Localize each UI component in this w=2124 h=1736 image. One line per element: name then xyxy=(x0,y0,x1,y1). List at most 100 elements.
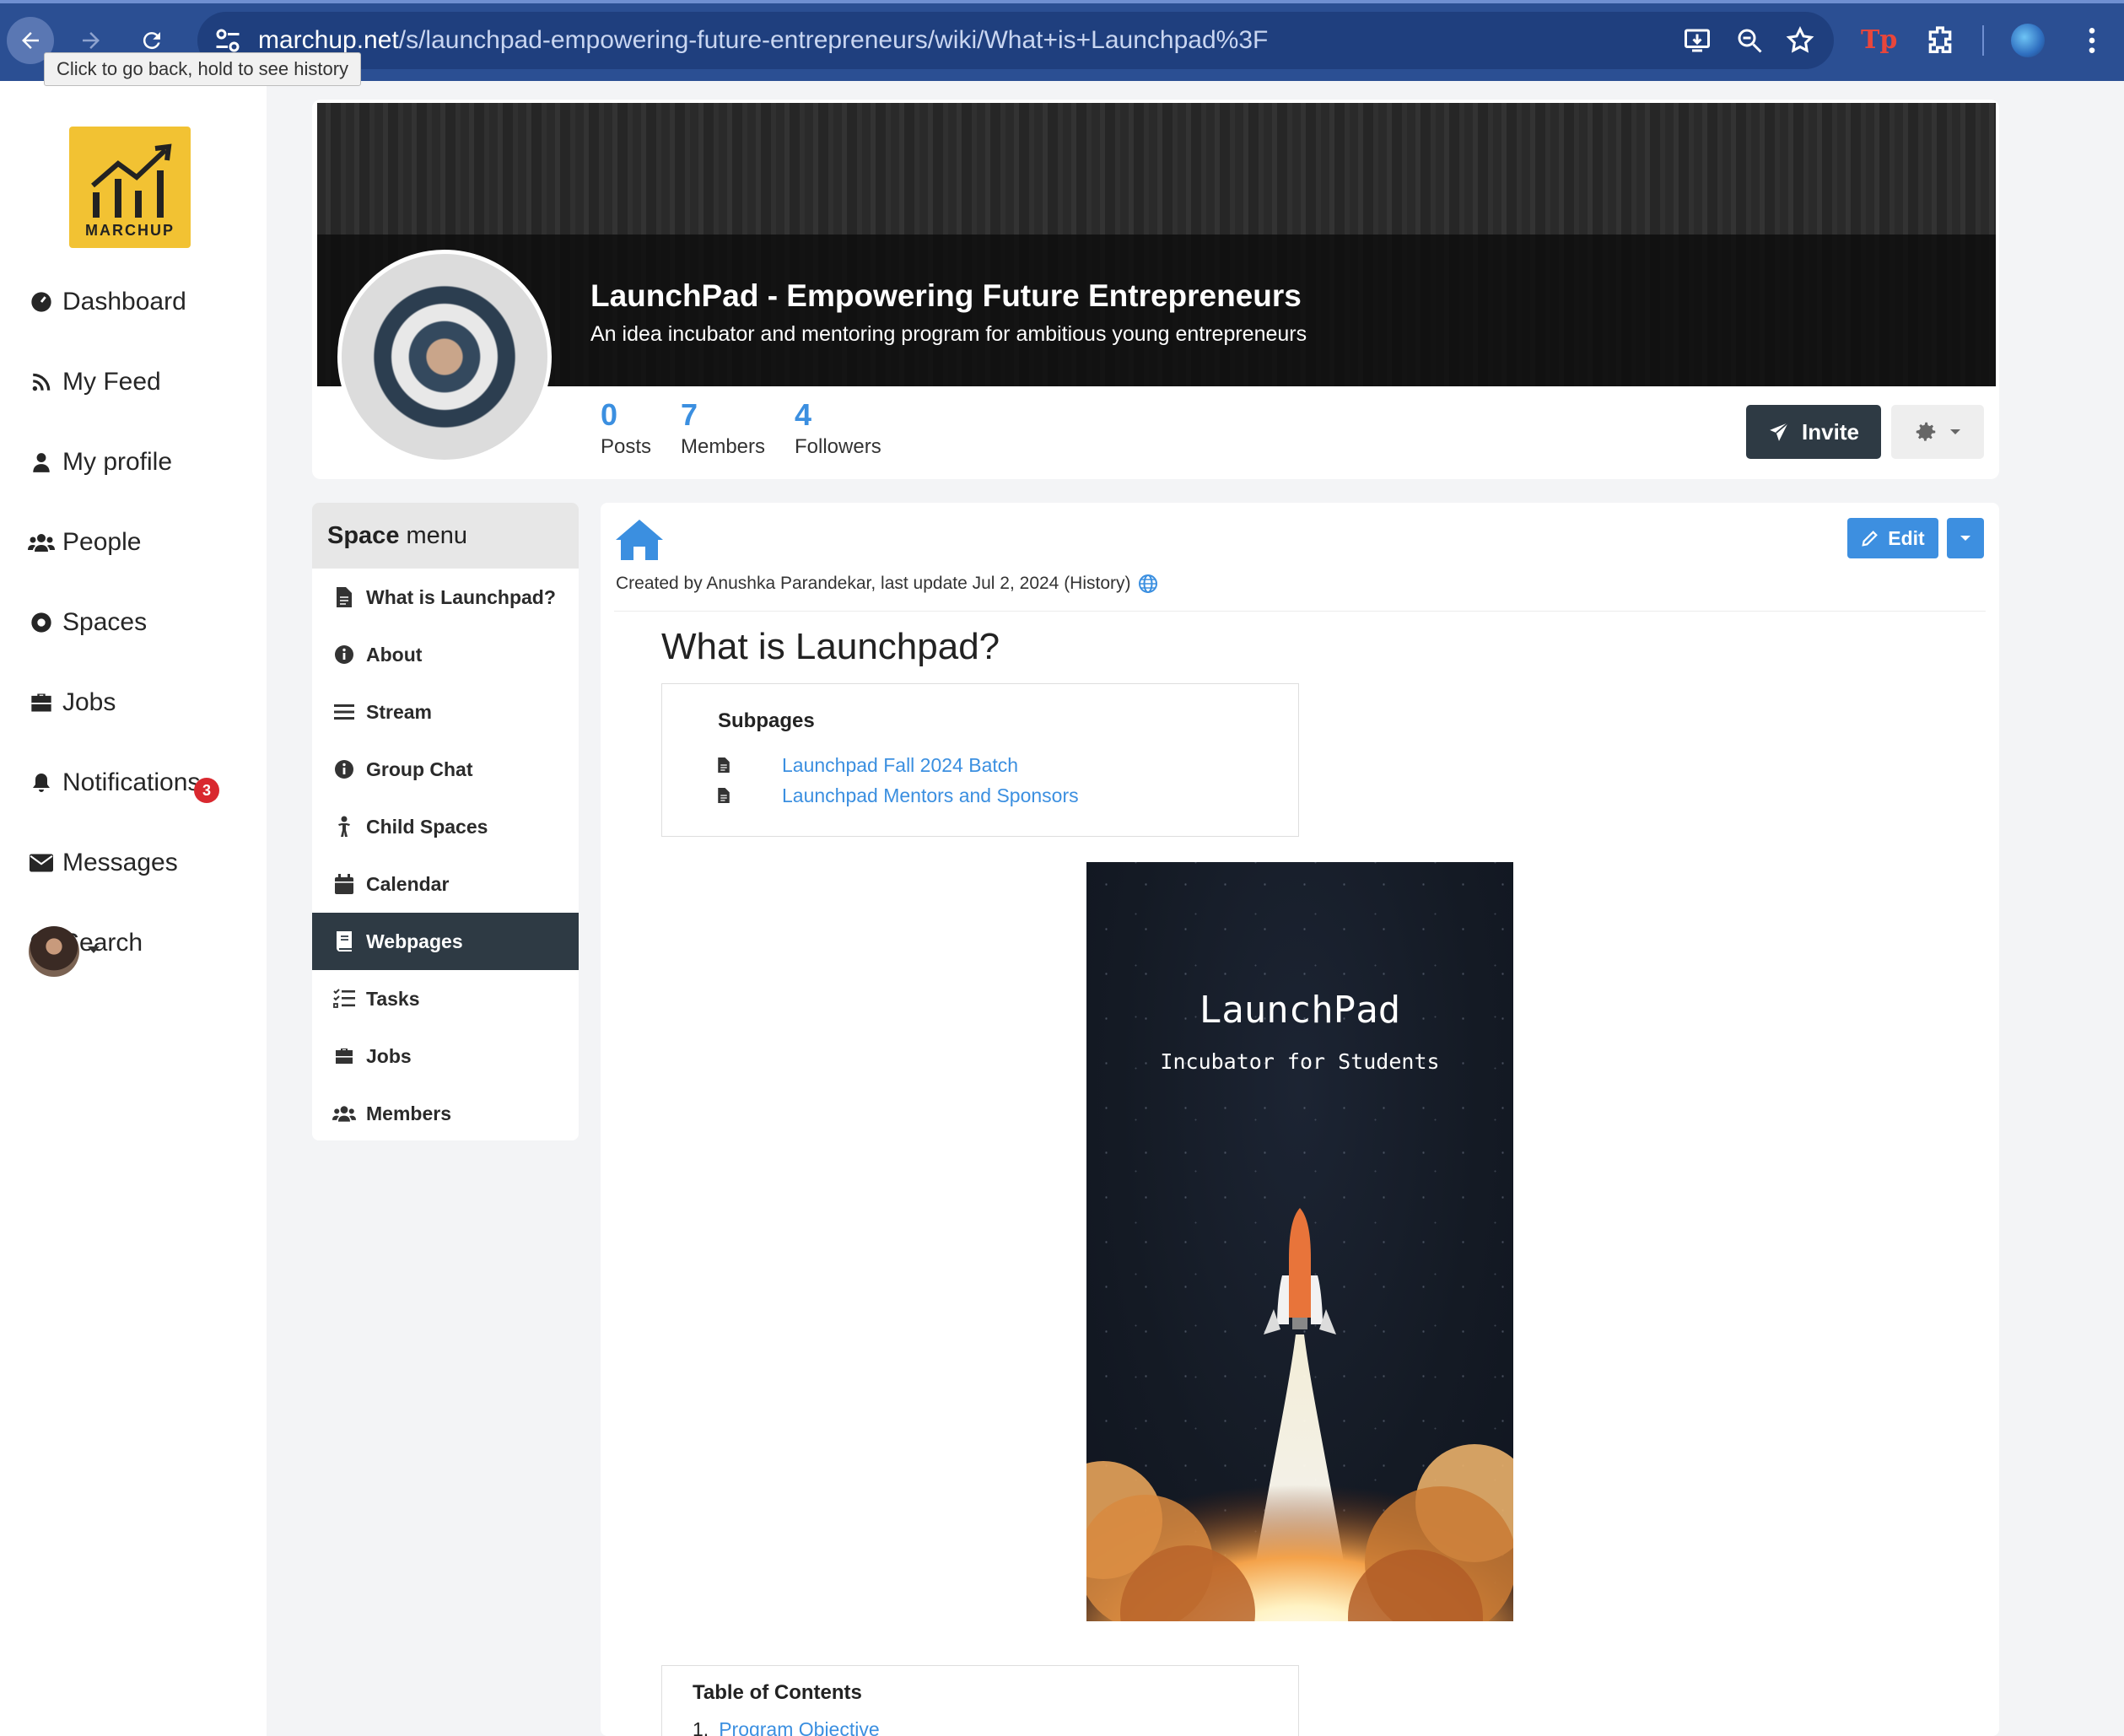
chart-logo-icon xyxy=(91,143,172,218)
nav-notifications[interactable]: Notifications xyxy=(27,763,200,803)
site-settings-icon[interactable] xyxy=(213,25,243,56)
back-tooltip: Click to go back, hold to see history xyxy=(44,52,362,86)
nav-my-profile-label: My profile xyxy=(62,448,173,476)
stat-posts[interactable]: 0 Posts xyxy=(601,396,651,459)
rss-icon xyxy=(27,368,56,396)
marchup-logo[interactable]: MARCHUP xyxy=(69,127,191,248)
launchpad-poster-image: LaunchPad Incubator for Students xyxy=(1086,862,1513,1621)
menu-item-tasks[interactable]: Tasks xyxy=(312,970,579,1027)
menu-item-calendar[interactable]: Calendar xyxy=(312,855,579,913)
install-app-icon[interactable] xyxy=(1682,25,1712,56)
toc-title: Table of Contents xyxy=(693,1681,862,1704)
calendar-icon xyxy=(332,872,356,896)
briefcase-icon xyxy=(332,1044,356,1068)
stat-followers[interactable]: 4 Followers xyxy=(795,396,881,459)
arrow-left-icon xyxy=(22,32,39,49)
invite-button[interactable]: Invite xyxy=(1746,405,1881,459)
chevron-down-icon xyxy=(1950,429,1960,434)
nav-my-profile[interactable]: My profile xyxy=(27,442,172,483)
envelope-icon xyxy=(27,849,56,877)
space-subtitle: An idea incubator and mentoring program … xyxy=(590,322,1307,346)
menu-item-label: What is Launchpad? xyxy=(366,585,556,608)
circle-dot-icon xyxy=(27,608,56,637)
menu-item-group-chat[interactable]: Group Chat xyxy=(312,741,579,798)
subpage-link-label[interactable]: Launchpad Mentors and Sponsors xyxy=(782,784,1079,807)
briefcase-icon xyxy=(27,688,56,717)
space-menu-header: Space menu xyxy=(312,503,579,569)
subpages-title: Subpages xyxy=(718,709,815,732)
edit-button[interactable]: Edit xyxy=(1847,518,1938,558)
paper-plane-icon xyxy=(1770,422,1789,441)
nav-spaces-label: Spaces xyxy=(62,608,148,636)
space-header: LaunchPad - Empowering Future Entreprene… xyxy=(312,100,1999,479)
file-icon xyxy=(718,788,735,803)
bookmark-star-icon[interactable] xyxy=(1785,25,1815,56)
subpage-link[interactable]: Launchpad Mentors and Sponsors xyxy=(718,782,1079,809)
info-icon xyxy=(332,757,356,781)
menu-item-what-is-launchpad[interactable]: What is Launchpad? xyxy=(312,569,579,626)
subpage-link-label[interactable]: Launchpad Fall 2024 Batch xyxy=(782,754,1018,777)
notifications-count-badge: 3 xyxy=(194,778,219,803)
info-icon xyxy=(332,643,356,666)
subpage-link[interactable]: Launchpad Fall 2024 Batch xyxy=(718,752,1018,779)
user-menu-caret-icon[interactable] xyxy=(88,946,100,953)
book-icon xyxy=(332,930,356,953)
space-settings-button[interactable] xyxy=(1891,405,1984,459)
edit-dropdown-button[interactable] xyxy=(1947,518,1984,558)
reload-icon xyxy=(143,32,160,50)
menu-item-child-spaces[interactable]: Child Spaces xyxy=(312,798,579,855)
menu-item-label: Stream xyxy=(366,700,432,723)
gear-icon xyxy=(1916,422,1936,441)
nav-dashboard[interactable]: Dashboard xyxy=(27,282,186,322)
extension-tp-icon[interactable]: Tp xyxy=(1861,24,1897,57)
content-divider xyxy=(614,611,1986,612)
nav-dashboard-label: Dashboard xyxy=(62,288,186,315)
nav-messages[interactable]: Messages xyxy=(27,843,178,883)
poster-subtitle: Incubator for Students xyxy=(1160,1049,1440,1074)
stat-posts-value: 0 xyxy=(601,397,618,432)
extensions-puzzle-icon[interactable] xyxy=(1923,24,1957,57)
menu-item-jobs[interactable]: Jobs xyxy=(312,1027,579,1085)
file-icon xyxy=(718,757,735,773)
menu-item-label: Tasks xyxy=(366,987,420,1010)
zoom-icon[interactable] xyxy=(1734,25,1765,56)
space-avatar-image[interactable] xyxy=(337,250,552,464)
edit-button-label: Edit xyxy=(1888,526,1925,549)
menu-item-webpages[interactable]: Webpages xyxy=(312,913,579,970)
menu-item-label: About xyxy=(366,643,423,666)
user-icon xyxy=(27,448,56,477)
bars-icon xyxy=(332,700,356,724)
address-bar[interactable]: marchup.net/s/launchpad-empowering-futur… xyxy=(197,12,1834,69)
url-text[interactable]: marchup.net/s/launchpad-empowering-futur… xyxy=(258,12,1268,69)
nav-jobs[interactable]: Jobs xyxy=(27,682,116,723)
nav-my-feed[interactable]: My Feed xyxy=(27,362,161,402)
stat-followers-value: 4 xyxy=(795,397,812,432)
profile-avatar-icon[interactable] xyxy=(2011,24,2045,57)
menu-item-label: Group Chat xyxy=(366,757,473,780)
stat-members[interactable]: 7 Members xyxy=(681,396,765,459)
menu-item-stream[interactable]: Stream xyxy=(312,683,579,741)
nav-jobs-label: Jobs xyxy=(62,688,116,716)
menu-item-members[interactable]: Members xyxy=(312,1085,579,1140)
stat-followers-label: Followers xyxy=(795,435,881,458)
poster-title: LaunchPad xyxy=(1199,989,1401,1032)
menu-item-about[interactable]: About xyxy=(312,626,579,683)
menu-item-label: Jobs xyxy=(366,1044,412,1067)
toc-item-link[interactable]: Program Objective xyxy=(719,1718,879,1736)
logo-wordmark: MARCHUP xyxy=(85,222,175,239)
nav-people[interactable]: People xyxy=(27,522,141,563)
toc-item[interactable]: 1. Program Objective xyxy=(693,1718,880,1736)
dashboard-icon xyxy=(27,288,56,316)
nav-spaces[interactable]: Spaces xyxy=(27,602,147,643)
child-icon xyxy=(332,815,356,838)
space-menu: Space menu What is Launchpad? About Stre… xyxy=(312,503,579,1140)
home-icon[interactable] xyxy=(614,518,665,562)
invite-button-label: Invite xyxy=(1802,418,1859,445)
user-avatar[interactable] xyxy=(29,926,79,977)
more-menu-icon[interactable] xyxy=(2075,24,2109,57)
wiki-page-card: Edit Created by Anushka Parandekar, last… xyxy=(601,503,1999,1736)
menu-item-label: Webpages xyxy=(366,930,463,952)
nav-notifications-label: Notifications xyxy=(62,768,201,796)
menu-item-label: Calendar xyxy=(366,872,450,895)
globe-icon xyxy=(1138,574,1157,593)
